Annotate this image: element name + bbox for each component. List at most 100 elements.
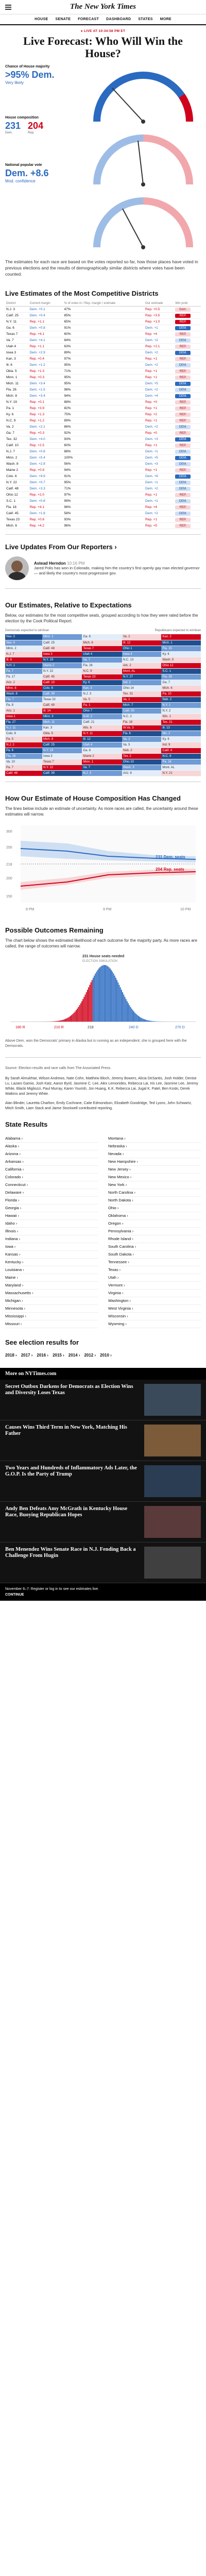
expectation-cell[interactable]: N.J. 7 — [5, 651, 42, 657]
story-item[interactable]: Two Years and Hundreds of Inflammatory A… — [0, 1461, 206, 1502]
expectation-cell[interactable]: Nev. 3 — [5, 634, 42, 640]
state-link[interactable]: North Carolina › — [108, 1189, 201, 1197]
state-link[interactable]: Washington › — [108, 1297, 201, 1305]
expectation-cell[interactable]: Ky. 6 — [82, 680, 122, 686]
year-link[interactable]: 2014 › — [68, 1353, 80, 1358]
state-link[interactable]: Colorado › — [5, 1174, 98, 1181]
expectation-cell[interactable]: Ark. 2 — [122, 663, 162, 669]
table-row[interactable]: Fla. 18 Rep. +4.1 96% Rep. +4 REP. — [5, 504, 201, 511]
table-row[interactable]: Maine 2 Rep. +0.9 94% Rep. +1 REP. — [5, 467, 201, 473]
expectation-cell[interactable]: Neb. 2 — [122, 748, 162, 754]
expectation-cell[interactable]: Ohio 12 — [161, 663, 201, 669]
expectation-cell[interactable]: Ohio 10 — [122, 759, 162, 765]
nav-house[interactable]: HOUSE — [35, 18, 48, 21]
story-thumbnail[interactable] — [144, 1546, 201, 1579]
expectation-cell[interactable]: Ill. 14 — [42, 708, 82, 714]
expectation-cell[interactable]: Fla. 18 — [161, 674, 201, 680]
expectation-cell[interactable]: Colo. 6 — [42, 685, 82, 691]
expectation-cell[interactable]: Calif. 39 — [42, 770, 82, 776]
expectation-cell[interactable]: Pa. 17 — [5, 674, 42, 680]
state-link[interactable]: Oregon › — [108, 1220, 201, 1228]
expectation-cell[interactable]: Wis. 1 — [161, 714, 201, 720]
story-item[interactable]: Causes Wins Third Term in New York, Matc… — [0, 1420, 206, 1461]
expectation-cell[interactable]: Ill. 12 — [82, 736, 122, 742]
expectation-cell[interactable]: Wash. 5 — [161, 657, 201, 663]
expectation-cell[interactable]: W.Va. 3 — [122, 725, 162, 731]
expectation-cell[interactable]: Fla. 7 — [5, 697, 42, 703]
expectation-cell[interactable]: Calif. 45 — [42, 674, 82, 680]
table-row[interactable]: N.J. 7 Dem. +0.8 88% Dem. +1 DEM. — [5, 448, 201, 455]
expectation-cell[interactable]: N.C. 9 — [82, 668, 122, 674]
expectation-cell[interactable]: Calif. 25 — [42, 640, 82, 646]
state-link[interactable]: Wisconsin › — [108, 1313, 201, 1320]
expectation-cell[interactable]: Va. 7 — [82, 657, 122, 663]
expectation-cell[interactable]: Wash. 8 — [5, 691, 42, 697]
table-row[interactable]: Utah 4 Rep. +1.1 63% Rep. +2.1 REP. — [5, 343, 201, 350]
updates-title[interactable]: Live Updates From Our Reporters › — [5, 543, 201, 551]
expectation-cell[interactable]: Fla. 6 — [122, 731, 162, 737]
table-row[interactable]: Ill. 6 Dem. +1.2 95% Dem. +2 DEM. — [5, 362, 201, 368]
expectation-cell[interactable]: N.Y. 19 — [42, 657, 82, 663]
expectation-cell[interactable]: Calif. 50 — [122, 708, 162, 714]
state-link[interactable]: New Mexico › — [108, 1174, 201, 1181]
story-item[interactable]: Secret Outbox Darkens for Democrats as E… — [0, 1379, 206, 1420]
expectation-cell[interactable]: Iowa 4 — [122, 651, 162, 657]
expectation-cell[interactable]: Va. 5 — [122, 742, 162, 748]
expectation-cell[interactable]: N.Y. 22 — [42, 668, 82, 674]
expectation-cell[interactable]: Calif. 48 — [42, 646, 82, 652]
expectation-cell[interactable]: Calif. 48 — [5, 770, 42, 776]
expectation-cell[interactable]: Utah 4 — [82, 651, 122, 657]
state-link[interactable]: Nevada › — [108, 1150, 201, 1158]
expectation-cell[interactable]: Ga. 6 — [82, 634, 122, 640]
story-headline[interactable]: Secret Outbox Darkens for Democrats as E… — [5, 1384, 140, 1416]
expectation-cell[interactable]: Ind. 9 — [161, 742, 201, 748]
expectation-cell[interactable]: N.J. 11 — [5, 725, 42, 731]
story-headline[interactable]: Two Years and Hundreds of Inflammatory A… — [5, 1465, 140, 1497]
expectation-cell[interactable]: S.C. 1 — [161, 668, 201, 674]
expectation-cell[interactable]: Ind. 2 — [122, 680, 162, 686]
expectation-cell[interactable]: Wis. 6 — [82, 725, 122, 731]
expectation-cell[interactable]: Va. 10 — [5, 759, 42, 765]
expectation-cell[interactable]: N.Y. 27 — [122, 674, 162, 680]
state-link[interactable]: Alaska › — [5, 1143, 98, 1150]
state-link[interactable]: Rhode Island › — [108, 1235, 201, 1243]
expectation-cell[interactable]: Va. 2 — [122, 634, 162, 640]
expectation-cell[interactable]: N.Y. 22 — [42, 765, 82, 771]
expectation-cell[interactable]: Ariz. 1 — [5, 708, 42, 714]
expectation-cell[interactable]: Utah 4 — [82, 742, 122, 748]
table-row[interactable]: Ga. 6 Dem. +0.8 91% Dem. +1 DEM. — [5, 325, 201, 331]
expectation-cell[interactable]: N.C. 13 — [122, 657, 162, 663]
state-link[interactable]: Delaware › — [5, 1189, 98, 1197]
state-link[interactable]: Iowa › — [5, 1243, 98, 1251]
expectation-cell[interactable]: Iowa 3 — [42, 753, 82, 759]
expectation-cell[interactable]: Mich. 8 — [42, 736, 82, 742]
expectation-cell[interactable]: Ill. 13 — [161, 725, 201, 731]
expectation-cell[interactable]: Minn. 3 — [42, 714, 82, 720]
continue-button[interactable]: CONTINUE — [5, 1593, 24, 1597]
expectation-cell[interactable]: Calif. 4 — [161, 748, 201, 754]
table-row[interactable]: Fla. 26 Dem. +1.5 98% Dem. +2 DEM. — [5, 386, 201, 393]
expectation-cell[interactable]: Ohio 1 — [122, 646, 162, 652]
expectation-cell[interactable]: N.C. 8 — [161, 753, 201, 759]
state-link[interactable]: Michigan › — [5, 1297, 98, 1305]
expectation-cell[interactable]: Tex. 2 — [122, 753, 162, 759]
state-link[interactable]: Idaho › — [5, 1220, 98, 1228]
expectation-cell[interactable]: Maine 2 — [82, 753, 122, 759]
state-link[interactable]: Arizona › — [5, 1150, 98, 1158]
state-link[interactable]: New Hampshire › — [108, 1158, 201, 1166]
state-link[interactable]: Massachusetts › — [5, 1290, 98, 1297]
expectation-cell[interactable]: Mo. 2 — [161, 731, 201, 737]
expectation-cell[interactable]: Mont. AL — [122, 668, 162, 674]
state-link[interactable]: Virginia › — [108, 1290, 201, 1297]
expectation-cell[interactable]: Mich. 7 — [122, 702, 162, 708]
table-row[interactable]: Kan. 3 Rep. +0.4 97% Rep. +1 REP. — [5, 355, 201, 362]
expectation-cell[interactable]: N.C. 2 — [122, 714, 162, 720]
expectation-cell[interactable]: Mich. 6 — [161, 685, 201, 691]
expectation-cell[interactable]: Va. 1 — [122, 697, 162, 703]
expectation-cell[interactable]: Ohio 14 — [122, 685, 162, 691]
expectation-cell[interactable]: Minn. 2 — [5, 646, 42, 652]
expectation-cell[interactable]: Pa. 6 — [5, 748, 42, 754]
expectation-cell[interactable]: Calif. 49 — [42, 702, 82, 708]
expectation-cell[interactable]: Pa. 16 — [161, 759, 201, 765]
nav-states[interactable]: STATES — [138, 18, 152, 21]
